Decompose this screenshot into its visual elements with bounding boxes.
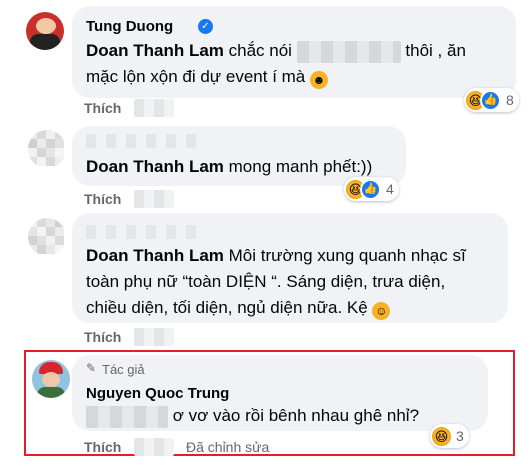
haha-reaction-icon: 😆 xyxy=(432,426,451,446)
comment-text: Doan Thanh Lam Môi trường xung quanh nhạ… xyxy=(86,246,466,320)
avatar-tung-duong[interactable] xyxy=(26,12,64,50)
comment-author[interactable]: Tung Duong xyxy=(86,18,173,35)
like-reaction-icon: 👍 xyxy=(360,178,381,200)
mention-link[interactable]: Doan Thanh Lam xyxy=(86,157,224,176)
avatar-blurred[interactable] xyxy=(28,130,66,168)
reactions-summary[interactable]: 😆 👍 4 xyxy=(344,177,399,201)
comment-text: ơ vơ vào rồi bênh nhau ghê nhỉ? xyxy=(86,403,486,429)
comment-bubble: Tung Duong ✓ Doan Thanh Lam chắc nói thô… xyxy=(72,6,516,98)
reaction-count: 3 xyxy=(456,428,464,444)
blurred-timestamp xyxy=(134,99,174,117)
comment-author[interactable]: Nguyen Quoc Trung xyxy=(86,385,229,402)
mention-link[interactable]: Doan Thanh Lam xyxy=(86,246,224,265)
reaction-count: 8 xyxy=(506,92,514,108)
blurred-author xyxy=(86,225,206,239)
reactions-summary[interactable]: 😆 👍 8 xyxy=(464,88,519,112)
like-reaction-icon: 👍 xyxy=(480,89,501,111)
smiling-emoji-icon: ☺ xyxy=(372,302,391,320)
blurred-text xyxy=(86,405,168,428)
avatar-blurred[interactable] xyxy=(28,218,66,256)
like-action[interactable]: Thích xyxy=(84,439,121,455)
reactions-summary[interactable]: 😆 3 xyxy=(430,424,469,448)
reaction-count: 4 xyxy=(386,181,394,197)
blurred-author xyxy=(86,134,196,148)
blurred-timestamp xyxy=(134,190,174,208)
comment-text: Doan Thanh Lam chắc nói thôi , ăn mặc lộ… xyxy=(86,40,466,89)
grinning-emoji-icon: ☻ xyxy=(310,71,328,89)
comment-bubble: Doan Thanh Lam Môi trường xung quanh nhạ… xyxy=(72,213,508,323)
mention-link[interactable]: Doan Thanh Lam xyxy=(86,41,224,60)
edited-label: Đã chỉnh sửa xyxy=(186,439,270,455)
verified-badge-icon: ✓ xyxy=(198,19,213,34)
blurred-text xyxy=(296,40,401,63)
comment-bubble: ✎ Tác giả Nguyen Quoc Trung ơ vơ vào rồi… xyxy=(72,355,488,431)
avatar-nguyen-quoc-trung[interactable] xyxy=(32,360,70,398)
pencil-icon: ✎ xyxy=(86,361,97,375)
blurred-timestamp xyxy=(134,438,174,456)
blurred-timestamp xyxy=(134,328,174,346)
author-badge: Tác giả xyxy=(102,362,145,377)
like-action[interactable]: Thích xyxy=(84,329,121,345)
like-action[interactable]: Thích xyxy=(84,191,121,207)
like-action[interactable]: Thích xyxy=(84,100,121,116)
